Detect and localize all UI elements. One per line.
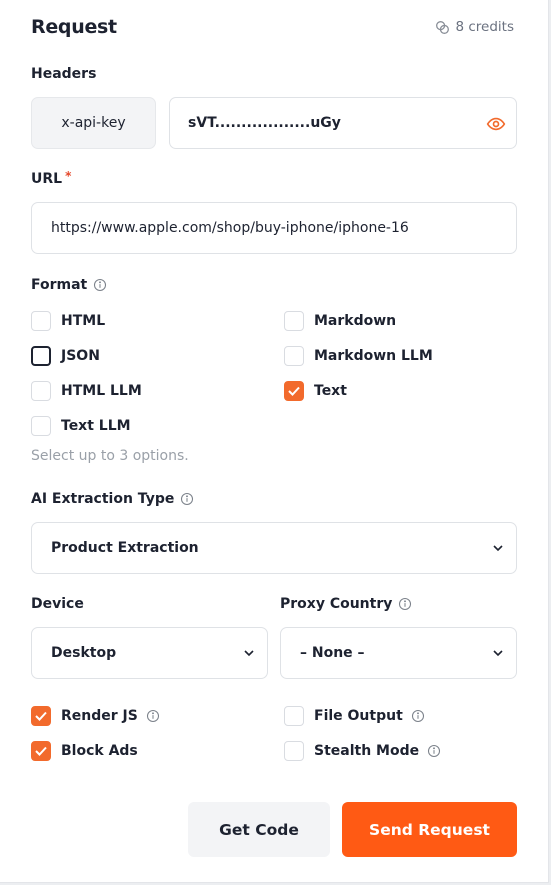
checkbox-json[interactable] — [31, 346, 51, 366]
checkbox-markdown[interactable] — [284, 311, 304, 331]
device-select[interactable]: Desktop — [31, 627, 268, 679]
format-option-label: HTML LLM — [61, 383, 142, 399]
url-input-value: https://www.apple.com/shop/buy-iphone/ip… — [51, 220, 409, 236]
info-icon[interactable] — [93, 278, 107, 292]
format-label-text: Format — [31, 277, 88, 293]
render-js-option[interactable]: Render JS — [31, 705, 160, 727]
ai-extraction-value: Product Extraction — [51, 540, 199, 556]
headers-label-text: Headers — [31, 66, 97, 82]
format-option-text[interactable]: Text — [284, 380, 347, 402]
checkbox-html[interactable] — [31, 311, 51, 331]
stealth-mode-option[interactable]: Stealth Mode — [284, 740, 441, 762]
proxy-country-label: Proxy Country — [280, 596, 412, 612]
header-key-text: x-api-key — [61, 115, 126, 131]
info-icon[interactable] — [398, 597, 412, 611]
checkmark-icon — [35, 711, 47, 721]
checkmark-icon — [288, 386, 300, 396]
block-ads-label: Block Ads — [61, 743, 138, 759]
send-request-button[interactable]: Send Request — [342, 802, 517, 857]
format-option-label: Text — [314, 383, 347, 399]
checkbox-html-llm[interactable] — [31, 381, 51, 401]
proxy-country-label-text: Proxy Country — [280, 596, 393, 612]
format-option-json[interactable]: JSON — [31, 345, 100, 367]
get-code-button[interactable]: Get Code — [188, 802, 330, 857]
info-icon[interactable] — [411, 709, 425, 723]
info-icon[interactable] — [427, 744, 441, 758]
chevron-down-icon — [244, 650, 254, 657]
device-value: Desktop — [51, 645, 117, 661]
checkbox-file-output[interactable] — [284, 706, 304, 726]
required-mark: * — [65, 169, 72, 183]
format-option-html[interactable]: HTML — [31, 310, 105, 332]
ai-extraction-label: AI Extraction Type — [31, 491, 194, 507]
device-label-text: Device — [31, 596, 84, 612]
format-option-markdown[interactable]: Markdown — [284, 310, 396, 332]
format-option-label: Text LLM — [61, 418, 131, 434]
header-key-field[interactable]: x-api-key — [31, 97, 156, 149]
url-input[interactable]: https://www.apple.com/shop/buy-iphone/ip… — [31, 202, 517, 254]
format-option-html-llm[interactable]: HTML LLM — [31, 380, 142, 402]
block-ads-option[interactable]: Block Ads — [31, 740, 138, 762]
format-option-label: Markdown LLM — [314, 348, 433, 364]
page-title: Request — [31, 16, 117, 38]
ai-extraction-select[interactable]: Product Extraction — [31, 522, 517, 574]
headers-label: Headers — [31, 66, 96, 82]
checkmark-icon — [35, 746, 47, 756]
url-label-text: URL — [31, 171, 63, 187]
header-value-text: sVT..................uGy — [188, 115, 341, 131]
chevron-down-icon — [493, 650, 503, 657]
chevron-down-icon — [493, 545, 503, 552]
format-label: Format — [31, 277, 107, 293]
file-output-label: File Output — [314, 708, 403, 724]
device-label: Device — [31, 596, 84, 612]
format-hint: Select up to 3 options. — [31, 448, 189, 464]
checkbox-block-ads[interactable] — [31, 741, 51, 761]
credits-indicator: 8 credits — [435, 19, 514, 35]
file-output-option[interactable]: File Output — [284, 705, 425, 727]
eye-icon[interactable] — [486, 114, 506, 134]
format-option-label: HTML — [61, 313, 106, 329]
checkbox-text-llm[interactable] — [31, 416, 51, 436]
format-option-label: Markdown — [314, 313, 397, 329]
credits-text: 8 credits — [455, 19, 514, 35]
render-js-label: Render JS — [61, 708, 138, 724]
header-value-field[interactable]: sVT..................uGy — [169, 97, 517, 149]
info-icon[interactable] — [180, 492, 194, 506]
coins-icon — [436, 20, 450, 34]
ai-extraction-label-text: AI Extraction Type — [31, 491, 175, 507]
info-icon[interactable] — [146, 709, 160, 723]
proxy-country-value: – None – — [300, 645, 365, 661]
format-option-markdown-llm[interactable]: Markdown LLM — [284, 345, 433, 367]
checkbox-text[interactable] — [284, 381, 304, 401]
checkbox-render-js[interactable] — [31, 706, 51, 726]
stealth-mode-label: Stealth Mode — [314, 743, 420, 759]
format-option-label: JSON — [61, 348, 100, 364]
request-panel: Request 8 credits Headers x-api-key sVT.… — [0, 0, 549, 883]
format-option-text-llm[interactable]: Text LLM — [31, 415, 131, 437]
url-label: URL * — [31, 169, 72, 187]
proxy-country-select[interactable]: – None – — [280, 627, 517, 679]
checkbox-stealth-mode[interactable] — [284, 741, 304, 761]
checkbox-markdown-llm[interactable] — [284, 346, 304, 366]
